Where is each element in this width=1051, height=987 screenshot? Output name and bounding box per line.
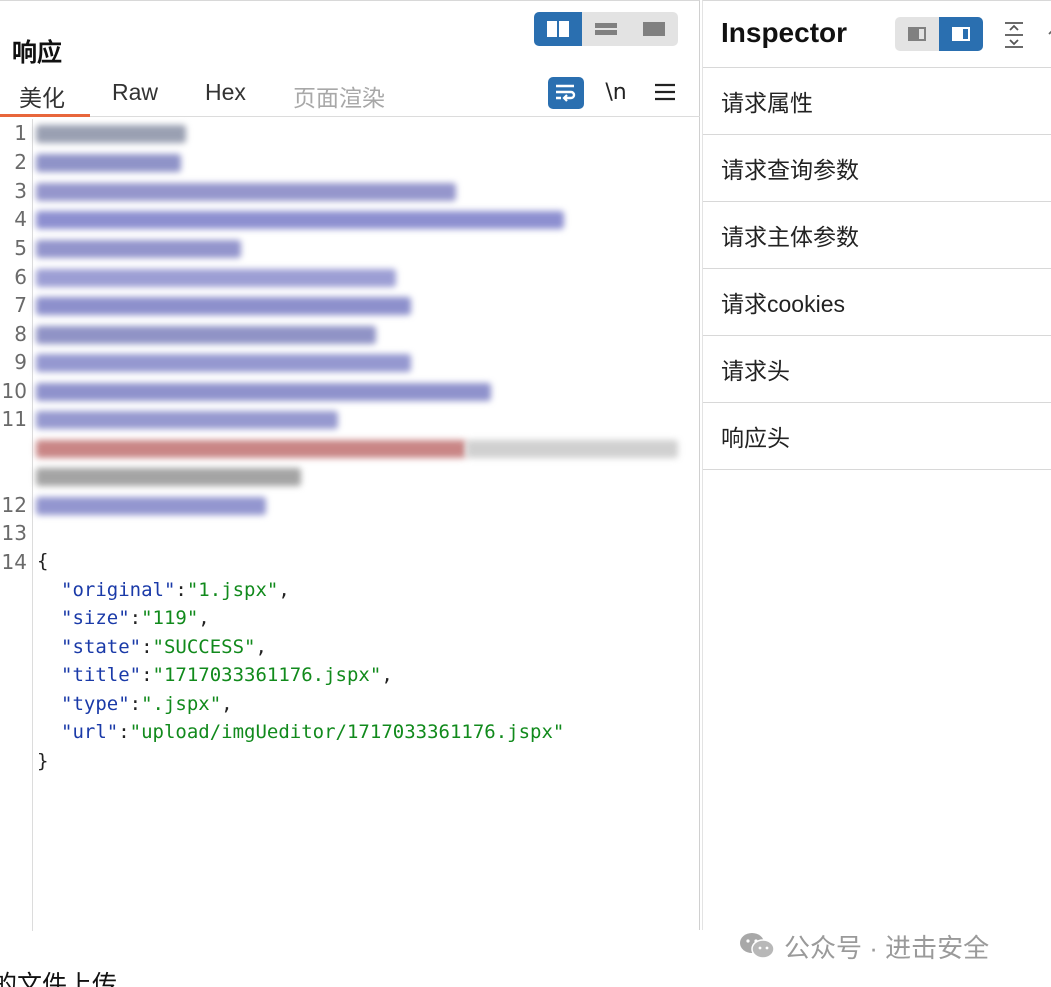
json-open-brace: { [37,550,49,572]
json-comma: , [381,664,393,686]
dock-left-icon[interactable] [895,17,939,51]
json-value: "1717033361176.jspx" [152,664,382,686]
json-value: "1.jspx" [186,579,279,601]
line-number: 12 [1,493,27,517]
wechat-icon [738,931,776,961]
inspector-item-body-params[interactable]: 请求主体参数 [703,202,1051,269]
dock-right-icon[interactable] [939,17,983,51]
tab-render[interactable]: 页面渲染 [293,79,385,113]
menu-icon[interactable] [650,77,680,107]
view-tabs: 美化 Raw Hex 页面渲染 \n [0,77,700,117]
redacted-line [36,125,186,143]
redacted-line [36,354,411,372]
inspector-item-request-attributes[interactable]: 请求属性 [703,68,1051,135]
inspector-item-response-headers[interactable]: 响应头 [703,403,1051,470]
tab-pretty[interactable]: 美化 [19,79,65,113]
json-field-original: "original":"1.jspx", [61,579,290,601]
json-key: "url" [61,721,119,743]
split-columns-icon[interactable] [534,12,582,46]
watermark-text: 公众号 · 进击安全 [784,932,990,963]
json-key: "size" [61,607,130,629]
split-rows-icon[interactable] [582,12,630,46]
redacted-line [36,154,181,172]
json-comma: , [221,693,233,715]
json-value: "SUCCESS" [152,636,256,658]
expand-collapse-icon[interactable] [999,19,1029,51]
json-key: "title" [61,664,142,686]
inspector-title: Inspector [721,17,848,48]
json-value: "119" [141,607,199,629]
redacted-line [36,326,376,344]
line-number: 5 [14,236,27,260]
line-number: 7 [14,293,27,317]
redacted-line [36,383,491,401]
footer-text: 的文件上传。 [0,971,143,987]
gutter-divider [32,119,33,931]
redacted-line [36,240,241,258]
redacted-line [466,440,678,458]
json-field-type: "type":".jspx", [61,693,233,715]
tab-hex[interactable]: Hex [205,79,246,106]
response-panel: 响应 美化 Raw Hex 页面渲染 \n 1 2 3 4 5 6 7 8 9 … [0,0,700,931]
json-comma: , [255,636,267,658]
inspector-item-query-params[interactable]: 请求查询参数 [703,135,1051,202]
line-number: 1 [14,121,27,145]
json-comma: , [278,579,290,601]
layout-toggle [534,12,678,46]
json-field-title: "title":"1717033361176.jspx", [61,664,393,686]
redacted-line [36,411,338,429]
overflow-icon[interactable] [1043,25,1051,45]
line-number: 2 [14,150,27,174]
redacted-line [36,497,266,515]
line-number: 8 [14,322,27,346]
watermark: 公众号 · 进击安全 [738,928,989,964]
json-value: ".jspx" [141,693,222,715]
tab-raw[interactable]: Raw [112,79,158,106]
json-close-brace: } [37,750,49,772]
wrap-lines-icon[interactable] [548,77,584,109]
inspector-layout-toggle [895,17,983,51]
redacted-line [36,468,301,486]
newline-toggle[interactable]: \n [600,77,632,107]
json-key: "state" [61,636,142,658]
redacted-line [36,183,456,201]
json-value: "upload/imgUeditor/1717033361176.jspx" [129,721,565,743]
single-pane-icon[interactable] [630,12,678,46]
line-number: 3 [14,179,27,203]
line-number: 11 [1,407,27,431]
inspector-item-cookies[interactable]: 请求cookies [703,269,1051,336]
json-field-size: "size":"119", [61,607,210,629]
redacted-line [36,211,564,229]
inspector-panel: Inspector 请求属性 请求查询参数 请求主体参数 请求cookies 请… [702,0,1051,930]
redacted-line [36,269,396,287]
redacted-line [36,297,411,315]
line-number: 9 [14,350,27,374]
line-number: 13 [1,521,27,545]
redacted-line [36,440,466,458]
inspector-item-request-headers[interactable]: 请求头 [703,336,1051,403]
json-key: "original" [61,579,176,601]
response-editor[interactable]: 1 2 3 4 5 6 7 8 9 10 11 12 13 14 { "orig… [0,119,700,931]
line-number: 6 [14,265,27,289]
json-field-state: "state":"SUCCESS", [61,636,267,658]
line-number: 4 [14,207,27,231]
active-tab-underline [0,114,90,117]
line-number: 10 [1,379,27,403]
panel-title: 响应 [12,38,63,67]
json-comma: , [198,607,210,629]
json-field-url: "url":"upload/imgUeditor/1717033361176.j… [61,721,565,743]
json-key: "type" [61,693,130,715]
line-number: 14 [1,550,27,574]
